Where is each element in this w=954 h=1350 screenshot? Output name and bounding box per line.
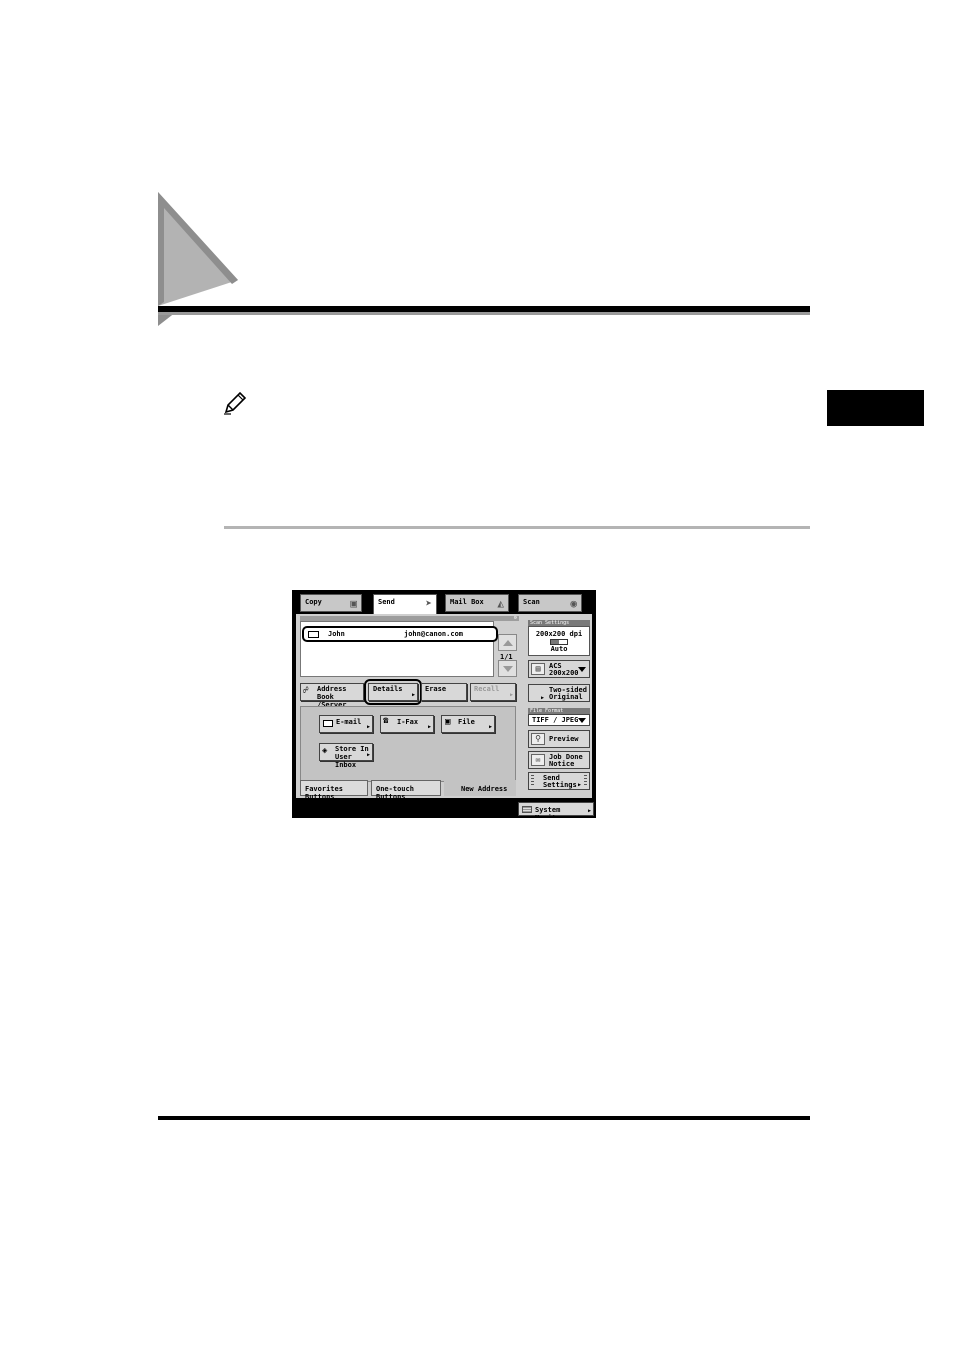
tab-send-label: Send xyxy=(378,598,395,606)
two-sided-original-button[interactable]: ▶ Two-sided Original xyxy=(528,684,590,702)
destination-name: John xyxy=(328,630,345,638)
email-type-label: E-mail xyxy=(336,718,362,726)
tab-favorites-buttons[interactable]: Favorites Buttons xyxy=(300,780,368,801)
favorites-buttons-label: Favorites Buttons xyxy=(305,785,343,801)
details-highlight-ring xyxy=(364,679,422,705)
send-settings-button[interactable]: Send Settings ▶ xyxy=(528,772,590,790)
ifax-icon: ☎ xyxy=(383,716,389,726)
arrow-up-icon xyxy=(503,640,513,646)
chevron-right-icon: ▶ xyxy=(577,782,581,788)
note-pencil-icon xyxy=(224,391,247,415)
ifax-type-label: I-Fax xyxy=(397,718,419,726)
chevron-right-icon: ▶ xyxy=(488,724,492,730)
tab-scan-label: Scan xyxy=(523,598,540,606)
original-size-label: ACS 200x200 xyxy=(549,662,579,677)
chevron-right-icon: ▶ xyxy=(541,695,545,701)
scan-icon: ◉ xyxy=(570,597,577,610)
tab-copy-label: Copy xyxy=(305,598,322,606)
erase-button[interactable]: Erase xyxy=(421,683,467,701)
chevron-down-icon xyxy=(578,718,586,723)
tab-send[interactable]: Send ➤ xyxy=(373,594,437,616)
chevron-down-icon xyxy=(578,667,586,672)
system-monitor-button[interactable]: System Monitor ▶ xyxy=(518,802,594,818)
chevron-right-icon: ▶ xyxy=(366,752,370,758)
step-rule xyxy=(224,526,810,529)
chevron-right-icon: ▶ xyxy=(509,692,513,698)
job-done-notice-label: Job Done Notice xyxy=(549,753,583,768)
tab-scan[interactable]: Scan ◉ xyxy=(518,594,582,612)
inbox-icon: ◈ xyxy=(322,746,328,756)
density-value: Auto xyxy=(550,645,568,653)
original-size-icon: ▤ xyxy=(531,663,545,675)
new-address-type-area: E-mail ▶ ☎ I-Fax ▶ ▣ File ▶ ◈ Store In U… xyxy=(300,706,516,782)
preview-label: Preview xyxy=(549,735,579,743)
send-panel-body: ⚙ John john@canon.com 1/1 ☍ Address Book… xyxy=(296,614,592,801)
mailbox-icon: ◭ xyxy=(497,597,504,610)
address-book-icon: ☍ xyxy=(303,686,309,696)
scroll-up-button[interactable] xyxy=(498,634,517,651)
file-type-button[interactable]: ▣ File ▶ xyxy=(441,715,495,733)
file-format-dropdown[interactable]: TIFF / JPEG xyxy=(528,714,590,726)
grip-icon xyxy=(584,775,587,787)
tab-new-address[interactable]: New Address xyxy=(444,780,516,796)
chevron-right-icon: ▶ xyxy=(587,808,591,814)
scan-settings-box[interactable]: 200x200 dpi Auto xyxy=(528,626,590,656)
tab-mail-box[interactable]: Mail Box ◭ xyxy=(445,594,509,612)
arrow-down-icon xyxy=(503,666,513,672)
system-monitor-label: System Monitor xyxy=(535,806,565,818)
copy-icon: ▣ xyxy=(350,597,357,610)
scroll-down-button[interactable] xyxy=(498,660,517,677)
tab-copy[interactable]: Copy ▣ xyxy=(300,594,362,612)
file-type-label: File xyxy=(458,718,475,726)
preview-button[interactable]: ⚲ Preview xyxy=(528,730,590,748)
title-rule-shadow xyxy=(158,312,810,315)
chevron-right-icon: ▶ xyxy=(427,724,431,730)
one-touch-buttons-label: One-touch Buttons xyxy=(376,785,414,801)
ifax-type-button[interactable]: ☎ I-Fax ▶ xyxy=(380,715,434,733)
email-icon xyxy=(323,720,333,727)
store-in-inbox-button[interactable]: ◈ Store In User Inbox ▶ xyxy=(319,743,373,769)
recall-label: Recall xyxy=(474,685,500,693)
recall-button[interactable]: Recall ▶ xyxy=(470,683,516,701)
system-monitor-icon xyxy=(522,806,532,813)
touch-panel-screen: Copy ▣ Send ➤ Mail Box ◭ Scan ◉ ⚙ John j… xyxy=(292,590,596,818)
grip-icon xyxy=(531,775,534,787)
chapter-thumb-tab xyxy=(827,390,924,426)
two-sided-original-label: Two-sided Original xyxy=(549,686,587,701)
tab-one-touch-buttons[interactable]: One-touch Buttons xyxy=(371,780,441,801)
destination-address: john@canon.com xyxy=(404,630,464,638)
job-done-notice-icon: ✉ xyxy=(531,754,545,766)
email-icon xyxy=(308,631,319,638)
send-settings-label: Send Settings xyxy=(543,774,577,789)
file-format-value: TIFF / JPEG xyxy=(532,716,579,724)
address-book-button[interactable]: ☍ Address Book /Server xyxy=(300,683,364,709)
resolution-value: 200x200 dpi xyxy=(535,630,583,638)
original-size-dropdown[interactable]: ▤ ACS 200x200 xyxy=(528,660,590,678)
job-done-notice-button[interactable]: ✉ Job Done Notice xyxy=(528,751,590,769)
destination-row[interactable]: John john@canon.com xyxy=(302,626,498,642)
chevron-right-icon: ▶ xyxy=(366,724,370,730)
preview-icon: ⚲ xyxy=(531,733,545,745)
new-address-label: New Address xyxy=(461,785,508,793)
send-icon: ➤ xyxy=(425,597,432,610)
tab-mail-box-label: Mail Box xyxy=(450,598,484,606)
email-type-button[interactable]: E-mail ▶ xyxy=(319,715,373,733)
destination-list: John john@canon.com xyxy=(300,621,498,677)
erase-label: Erase xyxy=(425,685,447,693)
file-server-icon: ▣ xyxy=(445,717,451,727)
footer-rule xyxy=(158,1116,810,1120)
destination-header-icon: ⚙ xyxy=(513,615,517,621)
